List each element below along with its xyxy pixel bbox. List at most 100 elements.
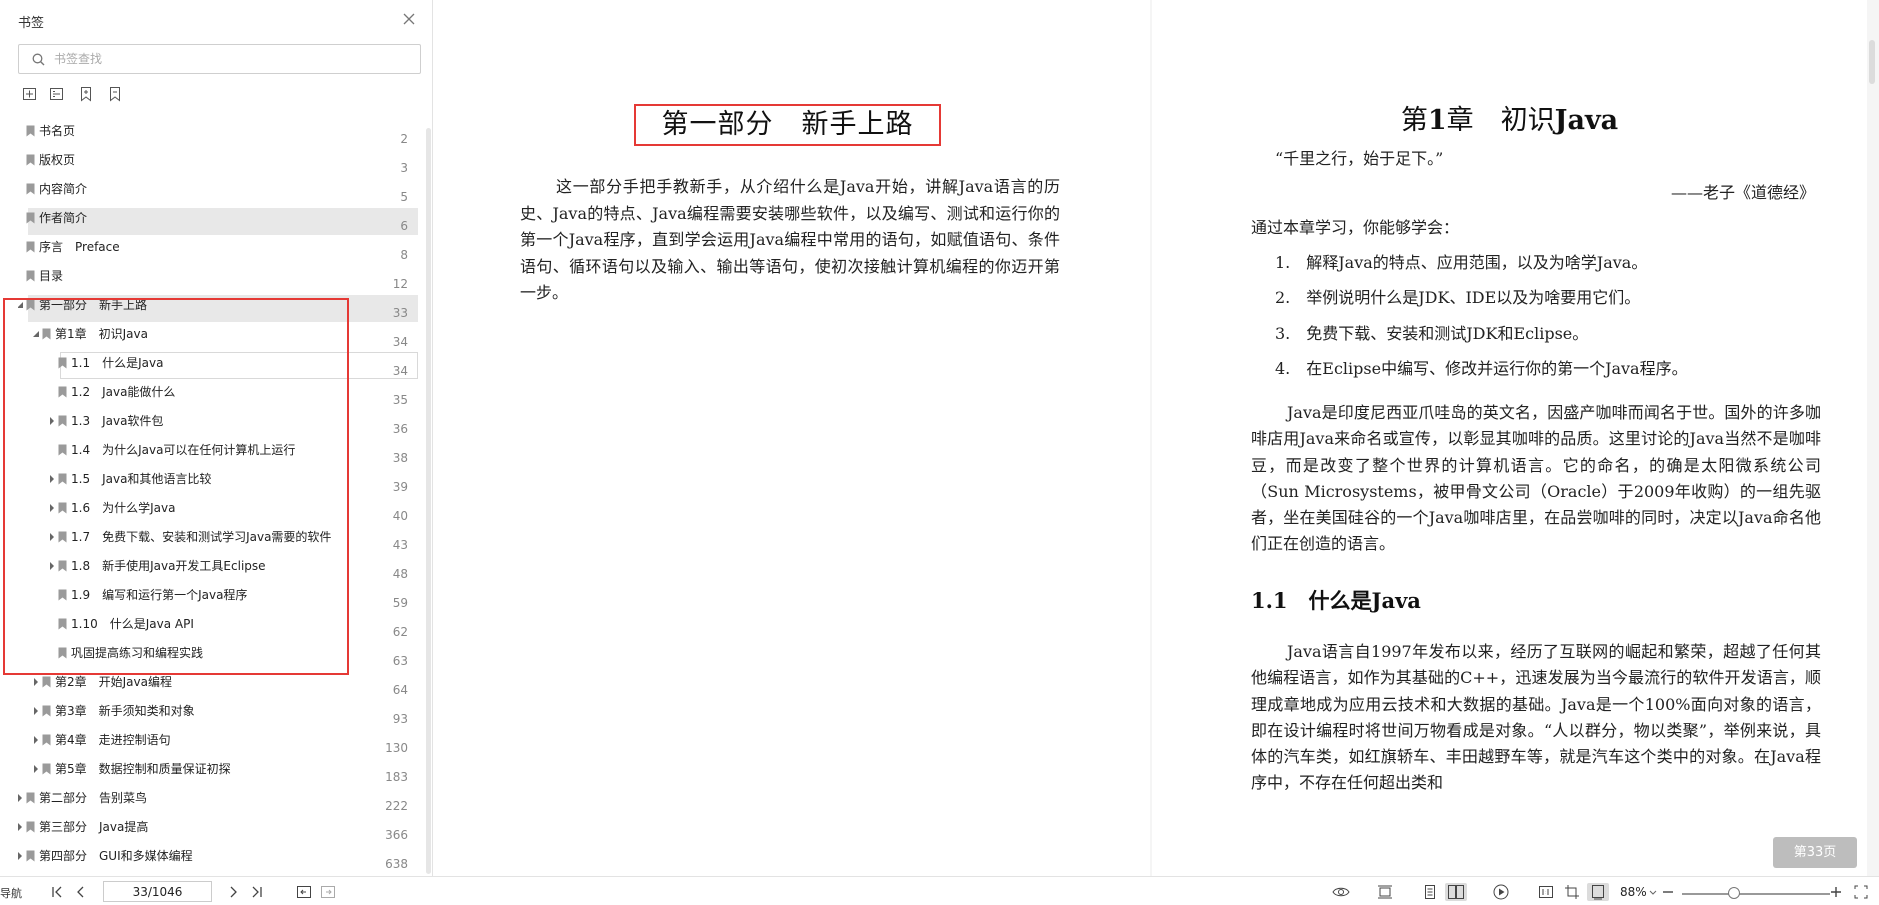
bookmark-label: 目录 bbox=[39, 269, 64, 283]
bookmark-icon bbox=[58, 618, 67, 630]
expanded-arrow-icon[interactable] bbox=[18, 301, 24, 309]
collapse-all-icon[interactable] bbox=[49, 86, 67, 104]
collapsed-arrow-icon[interactable] bbox=[32, 707, 40, 715]
bookmark-item[interactable]: 1.3 Java软件包 36 bbox=[18, 412, 418, 441]
search-icon bbox=[32, 53, 45, 66]
bookmark-item[interactable]: 第1章 初识Java 34 bbox=[18, 325, 418, 354]
fullscreen-icon[interactable] bbox=[1853, 883, 1869, 901]
bookmark-icon bbox=[26, 850, 35, 862]
previous-page-icon[interactable] bbox=[74, 883, 86, 901]
bookmark-page-number: 40 bbox=[392, 509, 408, 523]
single-page-icon[interactable] bbox=[1422, 883, 1438, 901]
bookmark-item[interactable]: 巩固提高练习和编程实践 63 bbox=[18, 644, 418, 673]
bookmark-item[interactable]: 序言 Preface 8 bbox=[18, 238, 418, 267]
bookmark-item[interactable]: 第5章 数据控制和质量保证初探 183 bbox=[18, 760, 418, 789]
bookmark-icon bbox=[42, 705, 51, 717]
zoom-out-icon[interactable] bbox=[1661, 883, 1675, 901]
bookmark-item[interactable]: 1.9 编写和运行第一个Java程序 59 bbox=[18, 586, 418, 615]
fit-page-icon[interactable] bbox=[1587, 883, 1609, 901]
document-scrollbar[interactable] bbox=[1869, 40, 1875, 84]
zoom-level[interactable]: 88% bbox=[1620, 885, 1647, 899]
fit-width-icon[interactable] bbox=[1376, 883, 1394, 901]
bookmark-search-box[interactable] bbox=[18, 44, 421, 74]
bookmark-item[interactable]: 作者简介 6 bbox=[18, 208, 418, 238]
body-paragraph: Java语言自1997年发布以来，经历了互联网的崛起和繁荣，超越了任何其他编程语… bbox=[1251, 642, 1821, 793]
chapter-suffix: 章 bbox=[1446, 105, 1474, 136]
close-icon[interactable] bbox=[399, 9, 419, 29]
bookmark-item[interactable]: 1.2 Java能做什么 35 bbox=[18, 383, 418, 412]
objective-item: 3. 免费下载、安装和测试JDK和Eclipse。 bbox=[1275, 324, 1589, 343]
bookmark-search-input[interactable] bbox=[54, 49, 404, 69]
bookmark-item[interactable]: 1.5 Java和其他语言比较 39 bbox=[18, 470, 418, 499]
bookmark-page-number: 62 bbox=[392, 625, 408, 639]
bookmark-icon bbox=[26, 821, 35, 833]
bookmark-label: 第2章 开始Java编程 bbox=[55, 675, 172, 689]
expanded-arrow-icon[interactable] bbox=[32, 330, 40, 338]
collapsed-arrow-icon[interactable] bbox=[18, 823, 24, 831]
delete-bookmark-icon[interactable] bbox=[107, 86, 125, 104]
bookmark-page-number: 93 bbox=[392, 712, 408, 726]
bookmark-label: 1.6 为什么学Java bbox=[71, 501, 176, 515]
bookmark-page-number: 6 bbox=[400, 219, 408, 233]
bookmark-page-number: 183 bbox=[385, 770, 408, 784]
bookmark-item[interactable]: 第三部分 Java提高 366 bbox=[18, 818, 418, 847]
next-page-icon[interactable] bbox=[228, 883, 240, 901]
collapsed-arrow-icon[interactable] bbox=[48, 417, 56, 425]
bookmark-item[interactable]: 第2章 开始Java编程 64 bbox=[18, 673, 418, 702]
bookmark-item[interactable]: 1.8 新手使用Java开发工具Eclipse 48 bbox=[18, 557, 418, 586]
bookmark-item[interactable]: 内容简介 5 bbox=[18, 180, 418, 209]
collapsed-arrow-icon[interactable] bbox=[48, 533, 56, 541]
bookmark-item[interactable]: 第4章 走进控制语句 130 bbox=[18, 731, 418, 760]
bookmark-item[interactable]: 目录 12 bbox=[18, 267, 418, 296]
collapsed-arrow-icon[interactable] bbox=[48, 475, 56, 483]
bookmark-page-number: 366 bbox=[385, 828, 408, 842]
bookmark-item[interactable]: 1.4 为什么Java可以在任何计算机上运行 38 bbox=[18, 441, 418, 470]
actual-size-icon[interactable] bbox=[1537, 883, 1555, 901]
bookmark-icon bbox=[58, 444, 67, 456]
zoom-slider[interactable] bbox=[1682, 893, 1830, 895]
expand-all-icon[interactable] bbox=[22, 86, 40, 104]
collapsed-arrow-icon[interactable] bbox=[48, 504, 56, 512]
collapsed-arrow-icon[interactable] bbox=[32, 736, 40, 744]
chapter-name: 初识 bbox=[1500, 105, 1555, 136]
zoom-slider-handle[interactable] bbox=[1727, 887, 1740, 899]
chapter-number: 1 bbox=[1427, 105, 1447, 136]
add-bookmark-icon[interactable] bbox=[78, 86, 96, 104]
page-number-input[interactable] bbox=[103, 881, 212, 902]
bookmark-icon bbox=[58, 357, 67, 369]
collapsed-arrow-icon[interactable] bbox=[18, 852, 24, 860]
collapsed-arrow-icon[interactable] bbox=[48, 562, 56, 570]
bookmark-item[interactable]: 1.1 什么是Java 34 bbox=[18, 352, 418, 383]
crop-icon[interactable] bbox=[1563, 883, 1581, 901]
bookmark-label: 1.3 Java软件包 bbox=[71, 414, 164, 428]
two-page-icon[interactable] bbox=[1445, 883, 1467, 901]
bookmark-page-number: 5 bbox=[400, 190, 408, 204]
bookmark-item[interactable]: 版权页 3 bbox=[18, 151, 418, 180]
bookmark-scrollbar[interactable] bbox=[426, 128, 431, 874]
bookmark-page-number: 12 bbox=[392, 277, 408, 291]
first-page-icon[interactable] bbox=[50, 883, 64, 901]
zoom-in-icon[interactable] bbox=[1829, 883, 1843, 901]
bookmark-item[interactable]: 第一部分 新手上路 33 bbox=[18, 295, 418, 325]
collapsed-arrow-icon[interactable] bbox=[32, 678, 40, 686]
last-page-icon[interactable] bbox=[250, 883, 264, 901]
bookmark-label: 1.10 什么是Java API bbox=[71, 617, 194, 631]
collapsed-arrow-icon[interactable] bbox=[32, 765, 40, 773]
bookmark-item[interactable]: 第3章 新手须知类和对象 93 bbox=[18, 702, 418, 731]
bookmark-item[interactable]: 第二部分 告别菜鸟 222 bbox=[18, 789, 418, 818]
collapsed-arrow-icon[interactable] bbox=[18, 794, 24, 802]
eye-icon[interactable] bbox=[1331, 883, 1351, 901]
bookmark-item[interactable]: 书名页 2 bbox=[18, 122, 418, 151]
forward-view-icon[interactable] bbox=[320, 883, 336, 901]
bookmark-item[interactable]: 第四部分 GUI和多媒体编程 638 bbox=[18, 847, 418, 876]
play-icon[interactable] bbox=[1492, 883, 1510, 901]
bookmark-item[interactable]: 1.10 什么是Java API 62 bbox=[18, 615, 418, 644]
back-view-icon[interactable] bbox=[296, 883, 312, 901]
bookmark-page-number: 38 bbox=[392, 451, 408, 465]
navigation-label[interactable]: 导航 bbox=[0, 885, 22, 901]
bookmark-icon bbox=[58, 502, 67, 514]
chevron-down-icon[interactable] bbox=[1648, 883, 1658, 901]
document-viewer: 第一部分 新手上路 这一部分手把手教新手，从介绍什么是Java开始，讲解Java… bbox=[434, 0, 1879, 876]
bookmark-item[interactable]: 1.7 免费下载、安装和测试学习Java需要的软件 43 bbox=[18, 528, 418, 557]
bookmark-item[interactable]: 1.6 为什么学Java 40 bbox=[18, 499, 418, 528]
